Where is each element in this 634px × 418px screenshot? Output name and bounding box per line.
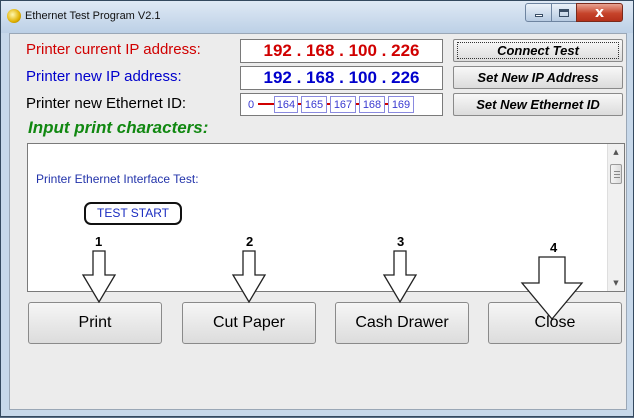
scroll-thumb[interactable] — [610, 164, 622, 184]
ethernet-id-label: Printer new Ethernet ID: — [26, 95, 187, 112]
ethernet-id-field: 0 164 165 167 168 169 — [240, 93, 443, 116]
textarea-line: Printer Ethernet Interface Test: — [36, 172, 199, 186]
title-bar[interactable]: Ethernet Test Program V2.1 x — [1, 1, 633, 33]
ethernet-id-segment-2[interactable]: 165 — [301, 96, 327, 113]
grip-icon — [614, 174, 620, 175]
app-icon — [7, 9, 21, 23]
connect-test-button[interactable]: Connect Test — [453, 39, 623, 62]
input-print-title: Input print characters: — [28, 118, 209, 137]
cut-paper-button-label: Cut Paper — [212, 314, 286, 331]
new-ip-label: Printer new IP address: — [26, 68, 182, 85]
print-button[interactable]: Print — [28, 302, 162, 344]
close-window-button[interactable]: x — [576, 3, 623, 22]
close-button-label: Close — [534, 314, 576, 331]
annotation-number-4: 4 — [550, 240, 558, 255]
main-panel: Printer current IP address: 192 . 168 . … — [9, 33, 627, 410]
grip-icon — [614, 177, 620, 178]
annotation-number-2: 2 — [246, 234, 254, 249]
print-button-label: Print — [78, 314, 112, 331]
ethernet-id-segment-0[interactable]: 0 — [244, 96, 258, 113]
grip-icon — [614, 171, 620, 172]
annotation-number-1: 1 — [95, 234, 103, 249]
test-start-text: TEST START — [84, 202, 182, 225]
cut-paper-button[interactable]: Cut Paper — [182, 302, 316, 344]
ethernet-id-separator — [258, 103, 274, 105]
scroll-up-icon[interactable]: ▲ — [608, 144, 624, 160]
ethernet-id-segment-4[interactable]: 168 — [359, 96, 385, 113]
set-new-ip-button[interactable]: Set New IP Address — [453, 66, 623, 89]
ethernet-id-segment-5[interactable]: 169 — [388, 96, 414, 113]
maximize-icon — [559, 8, 569, 17]
current-ip-label: Printer current IP address: — [26, 41, 201, 58]
close-button[interactable]: Close — [488, 302, 622, 344]
window-title: Ethernet Test Program V2.1 — [25, 10, 161, 22]
minimize-icon — [534, 14, 543, 17]
minimize-button[interactable] — [525, 3, 552, 22]
app-window: Ethernet Test Program V2.1 x Printer cur… — [0, 0, 634, 417]
ethernet-id-segment-3[interactable]: 167 — [330, 96, 356, 113]
close-icon: x — [594, 4, 605, 21]
ethernet-id-segment-1[interactable]: 164 — [274, 96, 298, 113]
cash-drawer-button-label: Cash Drawer — [355, 314, 449, 331]
connect-test-label: Connect Test — [457, 42, 619, 59]
cash-drawer-button[interactable]: Cash Drawer — [335, 302, 469, 344]
set-new-ethernet-id-button[interactable]: Set New Ethernet ID — [453, 93, 623, 116]
vertical-scrollbar[interactable]: ▲ ▼ — [607, 144, 624, 291]
current-ip-field[interactable]: 192 . 168 . 100 . 226 — [240, 39, 443, 63]
print-characters-textarea[interactable]: Printer Ethernet Interface Test: TEST ST… — [27, 143, 625, 292]
scroll-down-icon[interactable]: ▼ — [608, 275, 624, 291]
maximize-button[interactable] — [551, 3, 577, 22]
annotation-number-3: 3 — [397, 234, 405, 249]
new-ip-field[interactable]: 192 . 168 . 100 . 226 — [240, 66, 443, 90]
